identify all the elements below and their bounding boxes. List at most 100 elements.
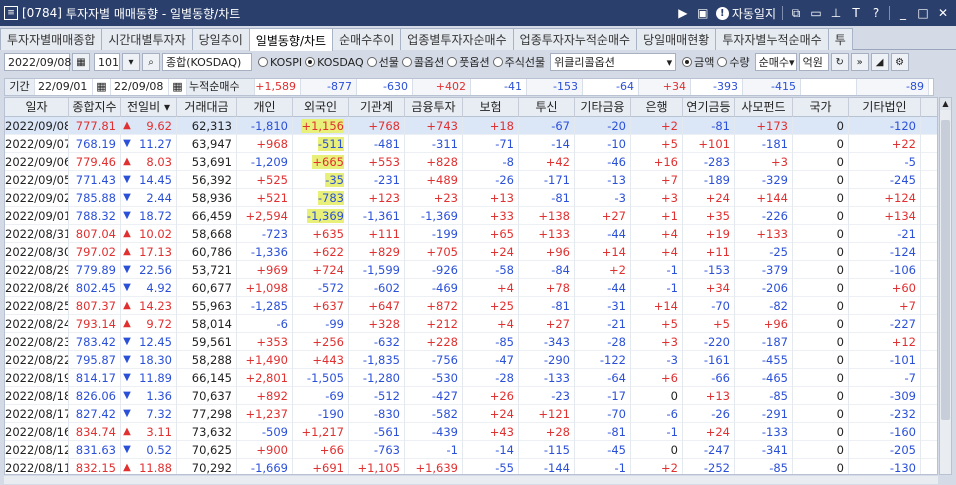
column-header[interactable]: 보험 (463, 98, 519, 117)
refresh-icon[interactable]: ↻ (830, 53, 849, 71)
gear-icon[interactable]: ⚙ (890, 53, 909, 71)
table-row[interactable]: 2022/08/25 807.37 ▲ 14.23 55,963 -1,285 +637 +6… (5, 297, 937, 315)
table-row[interactable]: 2022/08/24 793.14 ▲ 9.72 58,014 -6 -99 +328 +212… (5, 315, 937, 333)
scroll-up-icon[interactable]: ▲ (940, 98, 951, 110)
close-icon[interactable]: ✕ (936, 6, 950, 20)
tab-item[interactable]: 투 (827, 28, 853, 50)
tab-item[interactable]: 일별동향/차트 (248, 28, 334, 51)
search-icon[interactable]: ⌕ (142, 53, 160, 71)
value-cell: -81 (519, 297, 575, 315)
help-button[interactable]: T (849, 6, 863, 20)
table-row[interactable]: 2022/08/29 779.89 ▼ 22.56 53,721 +969 +724 -1,5… (5, 261, 937, 279)
column-header[interactable]: 종합지수 (69, 98, 121, 117)
table-row[interactable]: 2022/08/23 783.42 ▼ 12.45 59,561 +353 +256 -632… (5, 333, 937, 351)
link-icon[interactable]: ⧉ (789, 6, 803, 21)
value-cell: -830 (349, 405, 405, 423)
code-input[interactable]: 101 (94, 53, 120, 71)
chart-icon[interactable]: ◢ (870, 53, 889, 71)
screen-icon[interactable]: ▭ (809, 6, 823, 20)
calendar-icon[interactable]: ▦ (72, 53, 90, 71)
chevron-down-icon: ▾ (789, 55, 795, 69)
chevron-down-icon[interactable]: ▾ (122, 53, 140, 71)
tab-item[interactable]: 당일추이 (191, 28, 250, 50)
radio-option[interactable]: 선물 (366, 54, 399, 70)
table-row[interactable]: 2022/08/22 795.87 ▼ 18.30 58,288 +1,490 +443 -1… (5, 351, 937, 369)
table-row[interactable]: 2022/09/07 768.19 ▼ 11.27 63,947 +968 -511 -481… (5, 135, 937, 153)
table-row[interactable]: 2022/08/30 797.02 ▲ 17.13 60,786 -1,336 +622 +8… (5, 243, 937, 261)
tab-item[interactable]: 당일매매현황 (636, 28, 717, 50)
tab-item[interactable]: 순매수추이 (332, 28, 402, 50)
table-row[interactable]: 2022/09/05 771.43 ▼ 14.45 56,392 +525 -35 -231 +… (5, 171, 937, 189)
change-cell: ▼ 22.56 (121, 261, 177, 279)
value-cell: 0 (793, 423, 849, 441)
column-header[interactable]: 금융투자 (405, 98, 463, 117)
value-cell: +5 (631, 135, 683, 153)
date-input[interactable]: 2022/09/08 (4, 53, 71, 71)
column-header[interactable]: 전일비 ▾ (121, 98, 177, 117)
question-button[interactable]: ? (869, 6, 883, 20)
type-select[interactable]: 순매수 ▾ (754, 53, 797, 71)
column-header[interactable]: 사모펀드 (735, 98, 793, 117)
period-to-input[interactable]: 22/09/08 (111, 79, 169, 95)
radio-option[interactable]: 수량 (717, 54, 750, 70)
column-header[interactable]: 연기금등 (683, 98, 735, 117)
column-header[interactable]: 외국인 (293, 98, 349, 117)
tab-item[interactable]: 시간대별투자자 (101, 28, 193, 50)
tab-item[interactable]: 업종별투자자순매수 (400, 28, 514, 50)
vertical-scrollbar[interactable]: ▲ (939, 97, 952, 475)
date-cell: 2022/08/11 (5, 459, 69, 475)
column-header[interactable]: 개인 (237, 98, 293, 117)
column-header[interactable]: 기관계 (349, 98, 405, 117)
table-row[interactable]: 2022/08/19 814.17 ▼ 11.89 66,145 +2,801 -1,505… (5, 369, 937, 387)
minimize-icon[interactable]: _ (896, 6, 910, 20)
tab-item[interactable]: 투자자별누적순매수 (715, 28, 829, 50)
column-header[interactable]: 거래대금 (177, 98, 237, 117)
weekly-option-select[interactable]: 위클리콜옵션 ▾ (550, 53, 677, 71)
column-header-label: 일자 (25, 100, 48, 114)
table-row[interactable]: 2022/08/17 827.42 ▼ 7.32 77,298 +1,237 -190 -83… (5, 405, 937, 423)
table-row[interactable]: 2022/09/06 779.46 ▲ 8.03 53,691 -1,209 +665 +55… (5, 153, 937, 171)
maximize-icon[interactable]: □ (916, 6, 930, 20)
calendar-icon[interactable]: ▦ (169, 79, 187, 95)
column-header[interactable]: 국가 (793, 98, 849, 117)
scroll-thumb[interactable] (941, 120, 950, 420)
column-header[interactable]: 일자 (5, 98, 69, 117)
column-header[interactable]: 기타금융 (575, 98, 631, 117)
chevron-down-icon[interactable]: ▾ (160, 100, 170, 114)
column-header[interactable]: 은행 (631, 98, 683, 117)
autolog-button[interactable]: ! 자동일지 (715, 5, 776, 22)
radio-option[interactable]: 풋옵션 (447, 54, 490, 70)
table-row[interactable]: 2022/08/11 832.15 ▲ 11.88 70,292 -1,669 +691 +1… (5, 459, 937, 475)
column-header[interactable]: 투신 (519, 98, 575, 117)
value-cell: +121 (519, 405, 575, 423)
table-row[interactable]: 2022/08/31 807.04 ▲ 10.02 58,668 -723 +635 +111… (5, 225, 937, 243)
radio-option[interactable]: KOSPI (258, 56, 302, 69)
change-value: 9.62 (146, 119, 172, 133)
value-cell: 0 (793, 189, 849, 207)
table-row[interactable]: 2022/08/16 834.74 ▲ 3.11 73,632 -509 +1,217 -56… (5, 423, 937, 441)
calendar-icon[interactable]: ▦ (93, 79, 111, 95)
horizontal-scrollbar[interactable] (4, 476, 938, 484)
table-row[interactable]: 2022/09/08 777.81 ▲ 9.62 62,313 -1,810 +1,156 +… (5, 117, 937, 135)
memo-icon[interactable]: ▣ (696, 6, 710, 20)
radio-option[interactable]: 주식선물 (492, 54, 545, 70)
app-menu-icon[interactable]: ≡ (4, 6, 18, 20)
radio-option[interactable]: 콜옵션 (401, 54, 444, 70)
pin-icon[interactable]: ⊥ (829, 6, 843, 20)
table-row[interactable]: 2022/08/18 826.06 ▼ 1.36 70,637 +892 -69 -512 -4… (5, 387, 937, 405)
radio-option[interactable]: 금액 (682, 54, 714, 70)
date-cell: 2022/09/06 (5, 153, 69, 171)
play-icon[interactable]: ▶ (676, 6, 690, 20)
next-icon[interactable]: » (850, 53, 869, 71)
value-cell: +27 (575, 207, 631, 225)
value-cell: -28 (575, 333, 631, 351)
radio-option[interactable]: KOSDAQ (305, 56, 364, 69)
table-row[interactable]: 2022/08/26 802.45 ▼ 4.92 60,677 +1,098 -572 -60… (5, 279, 937, 297)
tab-item[interactable]: 투자자별매매종합 (0, 28, 103, 50)
column-header[interactable]: 기타법인 (849, 98, 921, 117)
tab-item[interactable]: 업종투자자누적순매수 (512, 28, 638, 50)
table-row[interactable]: 2022/09/01 788.32 ▼ 18.72 66,459 +2,594 -1,369… (5, 207, 937, 225)
table-row[interactable]: 2022/08/12 831.63 ▼ 0.52 70,625 +900 +66 -763 -1… (5, 441, 937, 459)
period-from-input[interactable]: 22/09/01 (35, 79, 93, 95)
table-row[interactable]: 2022/09/02 785.88 ▼ 2.44 58,936 +521 -783 +123 +… (5, 189, 937, 207)
